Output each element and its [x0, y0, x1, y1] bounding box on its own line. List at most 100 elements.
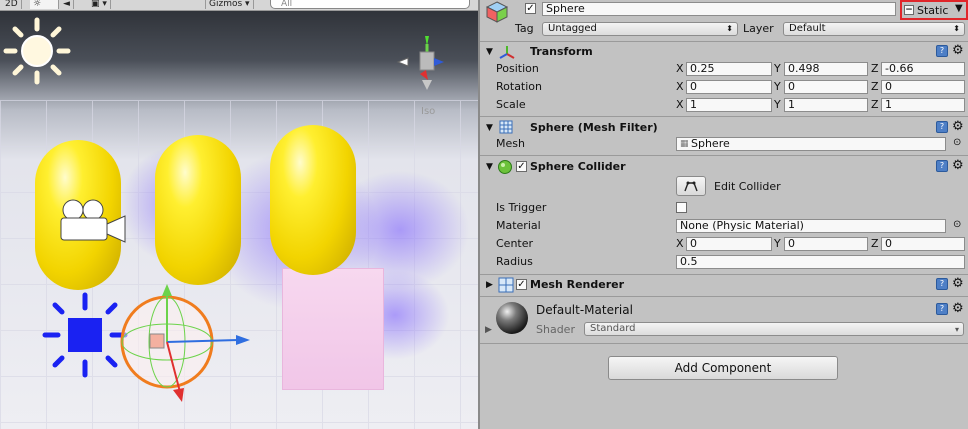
foldout-expanded-icon[interactable]: ▼: [486, 47, 493, 57]
inspector-panel: ✓ Sphere − Static ▼ Tag Untagged ⬍ Layer …: [478, 0, 968, 429]
foldout-collapsed-icon[interactable]: ▶: [485, 325, 492, 335]
mesh-filter-title: Sphere (Mesh Filter): [530, 121, 658, 134]
mesh-filter-icon: [499, 120, 513, 134]
iso-label: Iso: [421, 106, 436, 117]
static-checkbox[interactable]: −: [904, 5, 914, 15]
axis-x-label: X: [676, 98, 684, 111]
scale-x-input[interactable]: 1: [686, 98, 772, 112]
edit-collider-label: Edit Collider: [714, 180, 781, 193]
mesh-value: Sphere: [691, 137, 730, 150]
layer-dropdown[interactable]: Default ⬍: [783, 22, 965, 36]
object-picker-icon[interactable]: ⊙: [953, 137, 961, 148]
add-component-button[interactable]: Add Component: [608, 356, 838, 380]
orientation-gizmo[interactable]: [396, 34, 446, 98]
position-label: Position: [496, 62, 539, 75]
gear-icon[interactable]: ⚙: [952, 302, 964, 315]
object-name-input[interactable]: Sphere: [542, 2, 896, 16]
transform-title: Transform: [530, 45, 593, 58]
shader-dropdown[interactable]: Standard ▾: [584, 322, 964, 336]
position-y-input[interactable]: 0.498: [784, 62, 868, 76]
shader-value: Standard: [590, 323, 636, 334]
help-book-icon[interactable]: ?: [936, 121, 948, 133]
help-book-icon[interactable]: ?: [936, 303, 948, 315]
effects-toggle-button[interactable]: ▣ ▾: [88, 0, 111, 9]
sun-icon: ☼: [33, 0, 42, 9]
position-z-input[interactable]: -0.66: [881, 62, 965, 76]
divider: [480, 343, 968, 344]
divider: [480, 274, 968, 275]
foldout-expanded-icon[interactable]: ▼: [486, 123, 493, 133]
camera-icon[interactable]: [55, 196, 129, 246]
gear-icon[interactable]: ⚙: [952, 120, 964, 133]
help-book-icon[interactable]: ?: [936, 45, 948, 57]
scale-label: Scale: [496, 98, 526, 111]
tag-dropdown[interactable]: Untagged ⬍: [542, 22, 738, 36]
foldout-expanded-icon[interactable]: ▼: [486, 162, 493, 172]
center-y-input[interactable]: 0: [784, 237, 868, 251]
mesh-label: Mesh: [496, 137, 525, 150]
help-book-icon[interactable]: ?: [936, 160, 948, 172]
audio-toggle-button[interactable]: ◄: [60, 0, 74, 9]
is-trigger-label: Is Trigger: [496, 201, 547, 214]
physic-material-field[interactable]: None (Physic Material): [676, 219, 946, 233]
2d-toggle-button[interactable]: 2D: [2, 0, 22, 9]
transform-icon: [499, 46, 515, 59]
radius-input[interactable]: 0.5: [676, 255, 965, 269]
center-x-input[interactable]: 0: [686, 237, 772, 251]
layer-value: Default: [789, 23, 826, 34]
center-z-input[interactable]: 0: [881, 237, 965, 251]
chevron-down-icon: ▾: [954, 325, 959, 334]
material-sphere-icon: [496, 302, 528, 334]
material-name: Default-Material: [536, 303, 633, 317]
axis-z-label: Z: [871, 62, 879, 75]
capsule-object[interactable]: [155, 135, 241, 285]
mesh-object-field[interactable]: ▦ Sphere: [676, 137, 946, 151]
sphere-collider-title: Sphere Collider: [530, 160, 626, 173]
position-x-input[interactable]: 0.25: [686, 62, 772, 76]
divider: [480, 116, 968, 117]
scene-view[interactable]: 2D ☼ ◄ ▣ ▾ Gizmos ▾ All Iso: [0, 0, 478, 429]
scale-y-input[interactable]: 1: [784, 98, 868, 112]
rotation-x-input[interactable]: 0: [686, 80, 772, 94]
sphere-collider-enabled-checkbox[interactable]: ✓: [516, 161, 527, 172]
axis-y-label: Y: [774, 80, 781, 93]
gizmos-label: Gizmos: [209, 0, 243, 9]
rotation-y-input[interactable]: 0: [784, 80, 868, 94]
cube-object[interactable]: [282, 268, 384, 390]
chevron-down-icon: ▼: [955, 3, 963, 14]
search-placeholder: All: [281, 0, 293, 9]
help-book-icon[interactable]: ?: [936, 278, 948, 290]
rotation-label: Rotation: [496, 80, 543, 93]
capsule-object[interactable]: [270, 125, 356, 275]
rotation-z-input[interactable]: 0: [881, 80, 965, 94]
tag-label: Tag: [515, 22, 534, 35]
axis-x-label: X: [676, 237, 684, 250]
foldout-collapsed-icon[interactable]: ▶: [486, 280, 493, 290]
axis-z-label: Z: [871, 98, 879, 111]
scene-search-input[interactable]: All: [270, 0, 470, 9]
gear-icon[interactable]: ⚙: [952, 159, 964, 172]
mesh-renderer-enabled-checkbox[interactable]: ✓: [516, 279, 527, 290]
object-picker-icon[interactable]: ⊙: [953, 219, 961, 230]
axis-y-label: Y: [774, 62, 781, 75]
gizmos-dropdown[interactable]: Gizmos ▾: [205, 0, 254, 9]
updown-icon: ⬍: [726, 24, 733, 33]
gear-icon[interactable]: ⚙: [952, 44, 964, 57]
scene-toolbar: 2D ☼ ◄ ▣ ▾ Gizmos ▾ All: [0, 0, 478, 11]
lighting-toggle-button[interactable]: ☼: [30, 0, 59, 9]
point-light-icon[interactable]: [40, 290, 130, 380]
gear-icon[interactable]: ⚙: [952, 277, 964, 290]
divider: [480, 155, 968, 156]
static-dropdown[interactable]: − Static ▼: [900, 0, 968, 20]
active-checkbox[interactable]: ✓: [525, 3, 536, 14]
mesh-renderer-title: Mesh Renderer: [530, 278, 625, 291]
axis-y-label: Y: [774, 237, 781, 250]
axis-x-label: X: [676, 80, 684, 93]
edit-collider-button[interactable]: [676, 176, 706, 196]
axis-z-label: Z: [871, 80, 879, 93]
axis-x-label: X: [676, 62, 684, 75]
scale-z-input[interactable]: 1: [881, 98, 965, 112]
is-trigger-checkbox[interactable]: [676, 202, 687, 213]
directional-light-icon[interactable]: [2, 16, 72, 86]
selected-sphere-gizmo[interactable]: [118, 280, 263, 405]
